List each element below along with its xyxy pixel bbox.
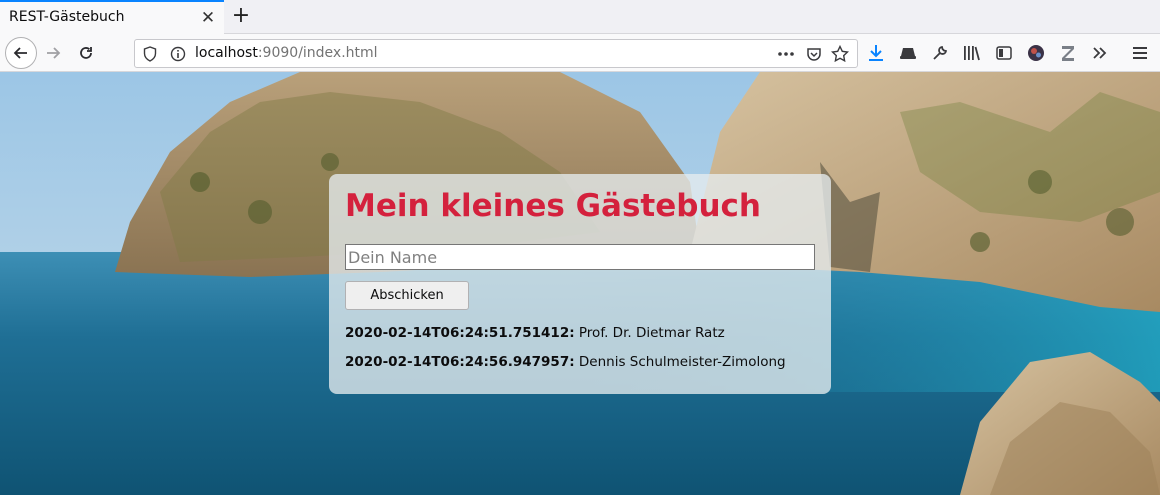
name-input[interactable] [345, 244, 815, 270]
zotero-icon[interactable] [1056, 41, 1080, 65]
url-host: localhost [195, 45, 258, 61]
url-bar[interactable]: localhost:9090/index.html [134, 39, 858, 68]
new-tab-button[interactable]: + [229, 4, 253, 28]
url-path: :9090/index.html [257, 45, 378, 61]
sidebar-icon[interactable] [992, 41, 1016, 65]
forward-icon[interactable] [38, 38, 68, 68]
more-icon[interactable] [775, 43, 797, 65]
page-title: Mein kleines Gästebuch [345, 188, 761, 224]
submit-button[interactable]: Abschicken [345, 281, 469, 310]
bookmark-star-icon[interactable] [829, 43, 851, 65]
overflow-icon[interactable] [1088, 41, 1112, 65]
menu-icon[interactable] [1128, 41, 1152, 65]
tab-active[interactable]: REST-Gästebuch ✕ [0, 0, 224, 34]
back-icon[interactable] [5, 37, 37, 69]
avatar-icon[interactable] [1024, 41, 1048, 65]
reload-icon[interactable] [71, 38, 101, 68]
library-icon[interactable] [960, 41, 984, 65]
screenshot-icon[interactable] [896, 41, 920, 65]
guestbook-panel: Mein kleines Gästebuch Abschicken 2020-0… [329, 174, 831, 394]
navigation-toolbar: localhost:9090/index.html [0, 34, 1160, 72]
page-content: Mein kleines Gästebuch Abschicken 2020-0… [0, 72, 1160, 495]
list-item: 2020-02-14T06:24:51.751412: Prof. Dr. Di… [345, 323, 825, 352]
shield-icon[interactable] [139, 43, 161, 65]
entry-list: 2020-02-14T06:24:51.751412: Prof. Dr. Di… [345, 323, 825, 381]
pocket-icon[interactable] [803, 43, 825, 65]
entry-timestamp: 2020-02-14T06:24:56.947957: [345, 354, 575, 370]
url-text: localhost:9090/index.html [195, 45, 378, 61]
entry-timestamp: 2020-02-14T06:24:51.751412: [345, 325, 575, 341]
download-icon[interactable] [864, 41, 888, 65]
tab-strip: REST-Gästebuch ✕ + [0, 0, 1160, 34]
wrench-icon[interactable] [928, 41, 952, 65]
entry-name: Dennis Schulmeister-Zimolong [574, 354, 786, 370]
info-icon[interactable] [167, 43, 189, 65]
tab-title: REST-Gästebuch [9, 9, 125, 25]
close-tab-icon[interactable]: ✕ [198, 8, 218, 28]
entry-name: Prof. Dr. Dietmar Ratz [574, 325, 725, 341]
list-item: 2020-02-14T06:24:56.947957: Dennis Schul… [345, 352, 825, 381]
